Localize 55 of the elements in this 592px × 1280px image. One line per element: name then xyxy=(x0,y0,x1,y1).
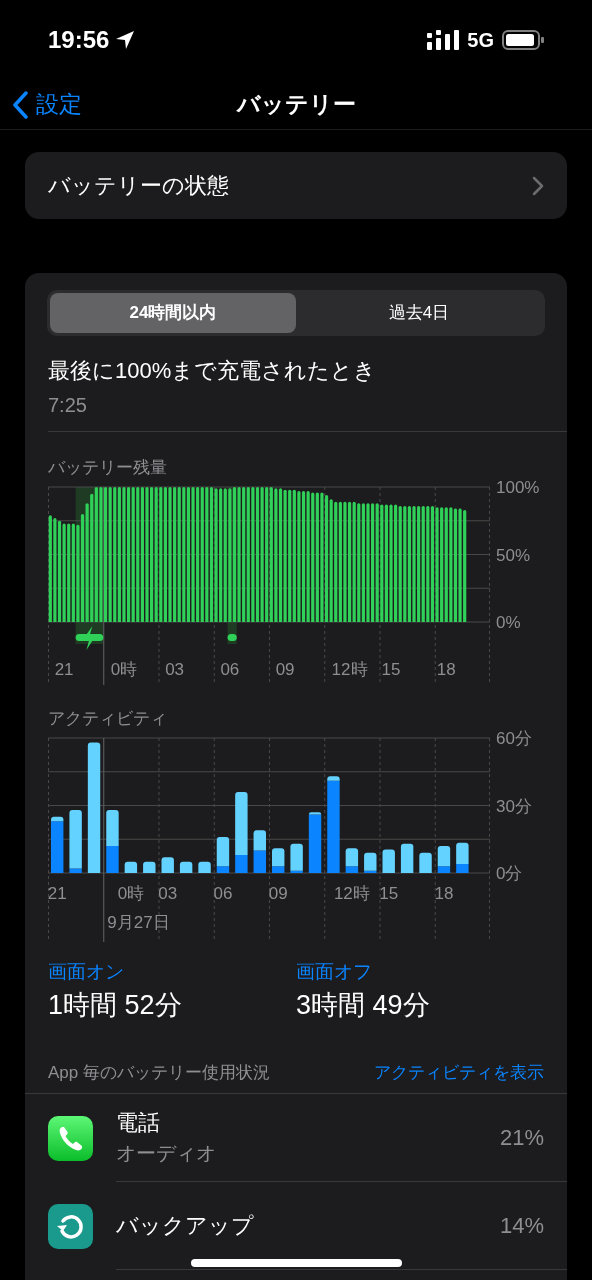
page-title: バッテリー xyxy=(236,90,356,120)
usage-percent: 21% xyxy=(499,1124,544,1152)
battery-icon xyxy=(502,30,544,50)
charging-indicator-drawing xyxy=(75,626,104,650)
backup-app-icon xyxy=(48,1203,93,1249)
axis-label: 09 xyxy=(275,660,295,679)
total-value: 1時間 52分 xyxy=(48,989,183,1022)
axis-label: 03 xyxy=(165,660,185,679)
total-label: 画面オン xyxy=(48,960,125,984)
axis-label: 0% xyxy=(496,613,521,632)
axis-label: 21 xyxy=(47,884,67,903)
last-charge-time: 7:25 xyxy=(48,393,88,418)
axis-label: 06 xyxy=(220,660,240,679)
axis-label: 0時 xyxy=(117,884,145,903)
network-label: 5G xyxy=(467,28,494,53)
axis-label: 60分 xyxy=(496,729,532,748)
battery-health-row[interactable]: バッテリーの状態 xyxy=(25,152,567,219)
axis-label: 12時 xyxy=(331,660,368,679)
chevron-left-icon xyxy=(12,90,28,119)
back-button[interactable]: 設定 xyxy=(12,87,82,122)
last-charge-label: 最後に100%まで充電されたとき xyxy=(48,357,378,385)
segment-tab[interactable]: 過去4日 xyxy=(296,293,542,333)
axis-label: 12時 xyxy=(333,884,370,903)
chart-title: アクティビティ xyxy=(48,708,168,730)
segment-tab[interactable]: 24時間以内 xyxy=(50,293,296,333)
app-detail: オーディオ xyxy=(116,1140,216,1166)
usage-percent: 14% xyxy=(499,1212,544,1240)
show-activity-link[interactable]: アクティビティを表示 xyxy=(374,1060,544,1086)
phone-app-icon xyxy=(48,1115,93,1161)
chart-title: バッテリー残量 xyxy=(48,457,168,479)
app-usage-row[interactable]: 電話 オーディオ 21% xyxy=(25,1094,567,1182)
axis-label: 15 xyxy=(381,660,401,679)
app-name: 電話 xyxy=(116,1108,161,1137)
axis-label: 06 xyxy=(213,884,233,903)
axis-label: 50% xyxy=(496,545,531,565)
chevron-right-icon xyxy=(532,175,544,196)
axis-label: 0時 xyxy=(110,660,138,679)
location-arrow-icon xyxy=(115,30,136,50)
axis-label: 18 xyxy=(434,884,454,903)
axis-label: 03 xyxy=(158,884,178,903)
charging-indicator-drawing xyxy=(227,634,237,641)
axis-label: 18 xyxy=(436,660,456,679)
total-value: 3時間 49分 xyxy=(296,989,431,1022)
axis-label: 100% xyxy=(496,478,540,497)
section-header: App 毎のバッテリー使用状況 xyxy=(48,1062,270,1085)
axis-label: 09 xyxy=(268,884,288,903)
axis-label: 30分 xyxy=(496,796,532,816)
signal-icon xyxy=(427,30,460,50)
date-label: 9月27日 xyxy=(107,913,170,932)
axis-label: 21 xyxy=(54,660,74,679)
axis-label: 0分 xyxy=(496,864,523,883)
status-time: 19:56 xyxy=(48,25,110,55)
total-label: 画面オフ xyxy=(296,960,373,984)
app-name: バックアップ xyxy=(116,1211,254,1240)
axis-label: 15 xyxy=(379,884,399,903)
